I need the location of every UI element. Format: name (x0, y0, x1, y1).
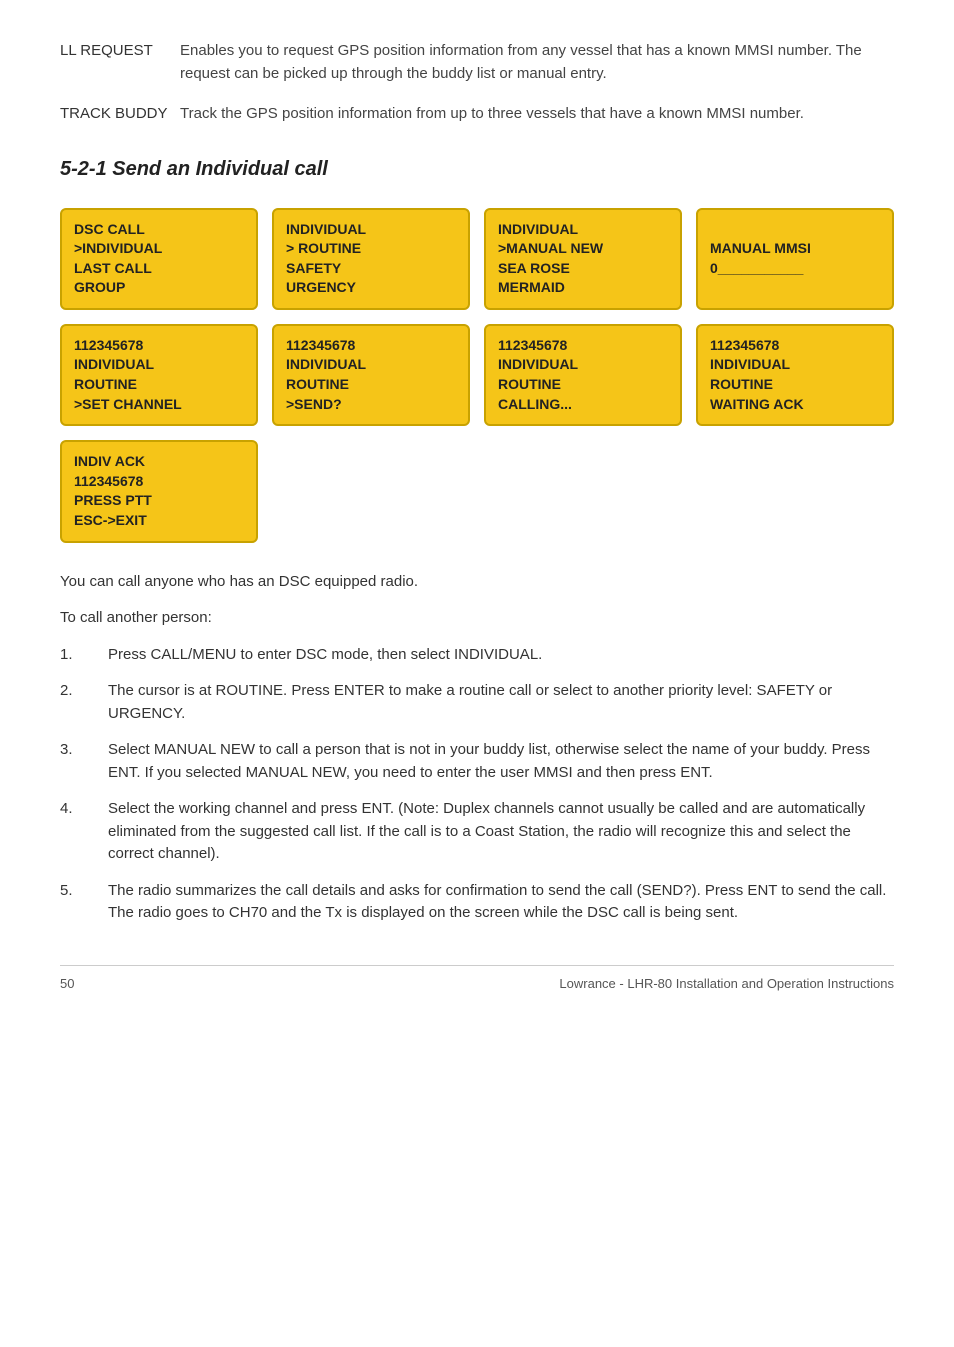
step-4: 4. Select the working channel and press … (60, 798, 894, 866)
lcd-box-2-2: 112345678INDIVIDUALROUTINE>SEND? (272, 324, 470, 426)
lcd-box-1-3: INDIVIDUAL>MANUAL NEWSEA ROSEMERMAID (484, 208, 682, 310)
step-4-num: 4. (60, 798, 108, 866)
lcd-row-1: DSC CALL>INDIVIDUALLAST CALLGROUP INDIVI… (60, 208, 894, 310)
lcd-box-2-1: 112345678INDIVIDUALROUTINE>SET CHANNEL (60, 324, 258, 426)
step-1-num: 1. (60, 644, 108, 667)
footer-title: Lowrance - LHR-80 Installation and Opera… (559, 974, 894, 994)
footer-page-num: 50 (60, 974, 74, 994)
term-track-buddy: TRACK BUDDY (60, 103, 180, 126)
lcd-box-2-4: 112345678INDIVIDUALROUTINEWAITING ACK (696, 324, 894, 426)
prose-intro2: To call another person: (60, 607, 894, 630)
step-2-num: 2. (60, 680, 108, 725)
prose-section: You can call anyone who has an DSC equip… (60, 571, 894, 925)
lcd-spacer-3 (696, 440, 894, 542)
term-ll-request: LL REQUEST (60, 40, 180, 85)
definition-ll-request: LL REQUEST Enables you to request GPS po… (60, 40, 894, 85)
step-1: 1. Press CALL/MENU to enter DSC mode, th… (60, 644, 894, 667)
lcd-box-2-3: 112345678INDIVIDUALROUTINECALLING... (484, 324, 682, 426)
prose-intro1: You can call anyone who has an DSC equip… (60, 571, 894, 594)
lcd-row-3: INDIV ACK112345678PRESS PTTESC->EXIT (60, 440, 894, 542)
definition-track-buddy: TRACK BUDDY Track the GPS position infor… (60, 103, 894, 126)
lcd-box-1-4: MANUAL MMSI0___________ (696, 208, 894, 310)
step-4-text: Select the working channel and press ENT… (108, 798, 894, 866)
step-3-text: Select MANUAL NEW to call a person that … (108, 739, 894, 784)
lcd-box-3-1: INDIV ACK112345678PRESS PTTESC->EXIT (60, 440, 258, 542)
step-3: 3. Select MANUAL NEW to call a person th… (60, 739, 894, 784)
desc-track-buddy: Track the GPS position information from … (180, 103, 894, 126)
lcd-spacer-2 (484, 440, 682, 542)
step-5-num: 5. (60, 880, 108, 925)
lcd-row-2: 112345678INDIVIDUALROUTINE>SET CHANNEL 1… (60, 324, 894, 426)
lcd-spacer-1 (272, 440, 470, 542)
footer: 50 Lowrance - LHR-80 Installation and Op… (60, 965, 894, 994)
step-2: 2. The cursor is at ROUTINE. Press ENTER… (60, 680, 894, 725)
steps-list: 1. Press CALL/MENU to enter DSC mode, th… (60, 644, 894, 925)
step-5-text: The radio summarizes the call details an… (108, 880, 894, 925)
lcd-box-1-1: DSC CALL>INDIVIDUALLAST CALLGROUP (60, 208, 258, 310)
step-2-text: The cursor is at ROUTINE. Press ENTER to… (108, 680, 894, 725)
lcd-box-1-2: INDIVIDUAL> ROUTINESAFETYURGENCY (272, 208, 470, 310)
desc-ll-request: Enables you to request GPS position info… (180, 40, 894, 85)
step-3-num: 3. (60, 739, 108, 784)
step-1-text: Press CALL/MENU to enter DSC mode, then … (108, 644, 894, 667)
step-5: 5. The radio summarizes the call details… (60, 880, 894, 925)
section-heading: 5-2-1 Send an Individual call (60, 154, 894, 184)
